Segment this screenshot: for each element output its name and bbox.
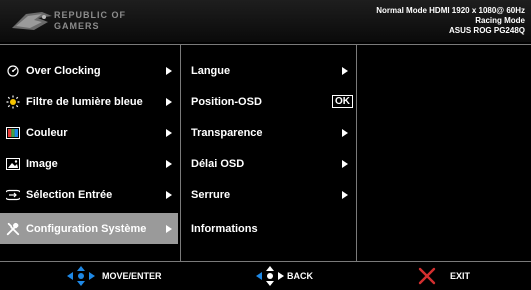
menu-item-label: Over Clocking — [26, 64, 101, 77]
menu-item-input-select[interactable]: Sélection Entrée — [0, 179, 178, 210]
status-line1: Normal Mode HDMI 1920 x 1080@ 60Hz — [376, 6, 525, 15]
chevron-right-icon — [166, 159, 172, 168]
move-enter-hint: MOVE/ENTER — [66, 262, 162, 290]
menu-item-blue-light-filter[interactable]: Filtre de lumière bleue — [0, 86, 178, 117]
overclock-icon — [6, 64, 20, 78]
brand-line1: REPUBLIC OF — [54, 10, 127, 20]
menu-item-over-clocking[interactable]: Over Clocking — [0, 55, 178, 86]
color-icon — [6, 126, 20, 140]
exit-hint: EXIT — [418, 262, 470, 290]
chevron-right-icon — [166, 190, 172, 199]
joystick-back-icon — [256, 266, 284, 286]
chevron-right-icon — [166, 66, 172, 75]
submenu-item-osd-timeout[interactable]: Délai OSD — [181, 148, 356, 179]
menu-item-label: Couleur — [26, 126, 68, 139]
menu-item-system-setup[interactable]: Configuration Système — [0, 213, 178, 244]
menu-item-image[interactable]: Image — [0, 148, 178, 179]
chevron-right-icon — [342, 66, 348, 75]
chevron-right-icon — [166, 128, 172, 137]
status-info: Normal Mode HDMI 1920 x 1080@ 60Hz Racin… — [376, 6, 525, 36]
system-setup-icon — [6, 222, 20, 236]
menu-item-color[interactable]: Couleur — [0, 117, 178, 148]
submenu-item-information[interactable]: Informations — [181, 213, 356, 244]
chevron-right-icon — [342, 190, 348, 199]
submenu-item-osd-position[interactable]: Position-OSD OK — [181, 86, 356, 117]
exit-label: EXIT — [450, 271, 471, 281]
submenu-item-key-lock[interactable]: Serrure — [181, 179, 356, 210]
blue-light-icon — [6, 95, 20, 109]
chevron-right-icon — [342, 128, 348, 137]
brand-line2: GAMERS — [54, 21, 100, 31]
submenu-item-label: Informations — [191, 222, 258, 235]
submenu-item-language[interactable]: Langue — [181, 55, 356, 86]
joystick-move-icon — [67, 266, 95, 286]
osd-header: REPUBLIC OF GAMERS Normal Mode HDMI 1920… — [0, 0, 531, 42]
submenu-item-label: Langue — [191, 64, 231, 77]
menu-panel: Over Clocking Filtre de lumière bleue Co… — [0, 44, 531, 262]
chevron-right-icon — [342, 159, 348, 168]
submenu-item-label: Transparence — [191, 126, 263, 139]
submenu: Langue Position-OSD OK Transparence Déla… — [180, 45, 357, 261]
osd-window: REPUBLIC OF GAMERS Normal Mode HDMI 1920… — [0, 0, 531, 290]
chevron-right-icon — [166, 97, 172, 106]
input-icon — [6, 188, 20, 202]
submenu-item-transparency[interactable]: Transparence — [181, 117, 356, 148]
status-line2: Racing Mode — [475, 16, 525, 25]
back-hint: BACK — [255, 262, 313, 290]
osd-footer: MOVE/ENTER BACK EXIT — [0, 262, 531, 290]
move-enter-label: MOVE/ENTER — [102, 271, 162, 281]
submenu-item-label: Serrure — [191, 188, 231, 201]
status-line3: ASUS ROG PG248Q — [448, 26, 525, 35]
submenu-item-label: Délai OSD — [191, 157, 245, 170]
ok-badge: OK — [332, 95, 353, 108]
main-menu: Over Clocking Filtre de lumière bleue Co… — [0, 45, 178, 261]
menu-item-label: Filtre de lumière bleue — [26, 95, 143, 108]
chevron-right-icon — [166, 224, 172, 233]
menu-item-label: Sélection Entrée — [26, 188, 113, 201]
menu-item-label: Image — [26, 157, 58, 170]
image-icon — [6, 157, 20, 171]
submenu-item-label: Position-OSD — [191, 95, 262, 108]
back-label: BACK — [287, 271, 313, 281]
close-icon — [418, 267, 436, 285]
menu-item-label: Configuration Système — [26, 222, 147, 235]
detail-panel — [357, 45, 531, 261]
